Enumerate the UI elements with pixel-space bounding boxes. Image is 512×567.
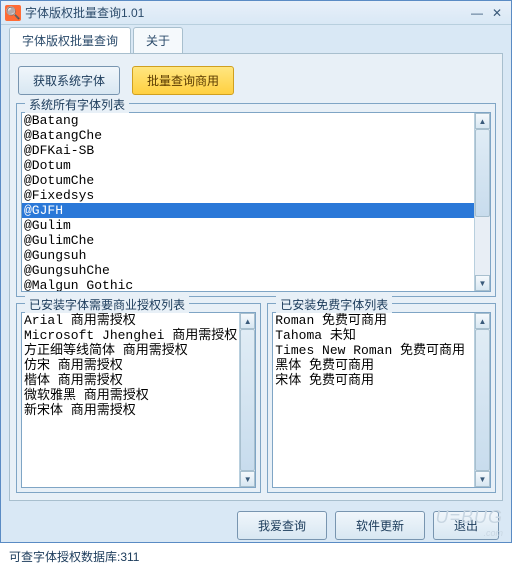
list-item[interactable]: @DFKai-SB <box>22 143 474 158</box>
list-item[interactable]: @Dotum <box>22 158 474 173</box>
list-item[interactable]: Arial 商用需授权 <box>22 313 239 328</box>
i-love-query-button[interactable]: 我爱查询 <box>237 511 327 540</box>
status-bar: 可查字体授权数据库:311 <box>1 546 511 567</box>
free-fonts-listwrap: Roman 免费可商用Tahoma 未知Times New Roman 免费可商… <box>272 312 491 488</box>
tab-main[interactable]: 字体版权批量查询 <box>9 27 131 53</box>
list-item[interactable]: @Malgun Gothic <box>22 278 474 291</box>
all-fonts-listbox[interactable]: @Batang@BatangChe@DFKai-SB@Dotum@DotumCh… <box>22 113 474 291</box>
list-item[interactable]: 仿宋 商用需授权 <box>22 358 239 373</box>
need-license-listbox[interactable]: Arial 商用需授权Microsoft Jhenghei 商用需授权方正细等线… <box>22 313 239 487</box>
list-item[interactable]: 黑体 免费可商用 <box>273 358 474 373</box>
scroll-thumb[interactable] <box>475 129 490 217</box>
list-item[interactable]: Times New Roman 免费可商用 <box>273 343 474 358</box>
main-panel: 获取系统字体 批量查询商用 系统所有字体列表 @Batang@BatangChe… <box>9 53 503 501</box>
free-fonts-group: 已安装免费字体列表 Roman 免费可商用Tahoma 未知Times New … <box>267 303 496 493</box>
scroll-thumb[interactable] <box>475 329 490 471</box>
list-item[interactable]: @BatangChe <box>22 128 474 143</box>
watermark-text: U=BUG <box>435 507 503 527</box>
list-item[interactable]: @Fixedsys <box>22 188 474 203</box>
close-button[interactable]: ✕ <box>487 5 507 21</box>
list-item[interactable]: @DotumChe <box>22 173 474 188</box>
scroll-up-icon[interactable]: ▲ <box>475 113 490 129</box>
all-fonts-legend: 系统所有字体列表 <box>25 96 129 113</box>
minimize-button[interactable]: — <box>467 5 487 21</box>
batch-query-button[interactable]: 批量查询商用 <box>132 66 234 95</box>
app-icon: 🔍 <box>5 5 21 21</box>
free-fonts-legend: 已安装免费字体列表 <box>276 296 392 313</box>
app-window: 🔍 字体版权批量查询1.01 — ✕ 字体版权批量查询 关于 获取系统字体 批量… <box>0 0 512 543</box>
scroll-track[interactable] <box>240 329 255 471</box>
scroll-up-icon[interactable]: ▲ <box>240 313 255 329</box>
bottom-lists-row: 已安装字体需要商业授权列表 Arial 商用需授权Microsoft Jheng… <box>16 303 496 493</box>
list-item[interactable]: @GulimChe <box>22 233 474 248</box>
top-button-row: 获取系统字体 批量查询商用 <box>18 66 494 95</box>
free-fonts-listbox[interactable]: Roman 免费可商用Tahoma 未知Times New Roman 免费可商… <box>273 313 474 487</box>
tabbar: 字体版权批量查询 关于 <box>1 27 511 53</box>
list-item[interactable]: @Gungsuh <box>22 248 474 263</box>
list-item[interactable]: 楷体 商用需授权 <box>22 373 239 388</box>
need-license-listwrap: Arial 商用需授权Microsoft Jhenghei 商用需授权方正细等线… <box>21 312 256 488</box>
watermark: U=BUG .com <box>435 507 503 538</box>
watermark-sub: .com <box>435 528 503 538</box>
scroll-down-icon[interactable]: ▼ <box>475 471 490 487</box>
list-item[interactable]: 方正细等线简体 商用需授权 <box>22 343 239 358</box>
scroll-track[interactable] <box>475 129 490 275</box>
scroll-track[interactable] <box>475 329 490 471</box>
free-fonts-scrollbar[interactable]: ▲ ▼ <box>474 313 490 487</box>
scroll-up-icon[interactable]: ▲ <box>475 313 490 329</box>
list-item[interactable]: 宋体 免费可商用 <box>273 373 474 388</box>
need-license-scrollbar[interactable]: ▲ ▼ <box>239 313 255 487</box>
list-item[interactable]: Microsoft Jhenghei 商用需授权 <box>22 328 239 343</box>
list-item[interactable]: @Batang <box>22 113 474 128</box>
scroll-thumb[interactable] <box>240 329 255 471</box>
window-title: 字体版权批量查询1.01 <box>25 4 467 21</box>
get-system-fonts-button[interactable]: 获取系统字体 <box>18 66 120 95</box>
tab-about[interactable]: 关于 <box>133 27 183 53</box>
scroll-down-icon[interactable]: ▼ <box>240 471 255 487</box>
all-fonts-scrollbar[interactable]: ▲ ▼ <box>474 113 490 291</box>
list-item[interactable]: @GJFH <box>22 203 474 218</box>
all-fonts-listwrap: @Batang@BatangChe@DFKai-SB@Dotum@DotumCh… <box>21 112 491 292</box>
list-item[interactable]: @Gulim <box>22 218 474 233</box>
list-item[interactable]: Tahoma 未知 <box>273 328 474 343</box>
titlebar: 🔍 字体版权批量查询1.01 — ✕ <box>1 1 511 25</box>
list-item[interactable]: Roman 免费可商用 <box>273 313 474 328</box>
need-license-group: 已安装字体需要商业授权列表 Arial 商用需授权Microsoft Jheng… <box>16 303 261 493</box>
need-license-legend: 已安装字体需要商业授权列表 <box>25 296 189 313</box>
list-item[interactable]: @GungsuhChe <box>22 263 474 278</box>
all-fonts-group: 系统所有字体列表 @Batang@BatangChe@DFKai-SB@Dotu… <box>16 103 496 297</box>
list-item[interactable]: 新宋体 商用需授权 <box>22 403 239 418</box>
scroll-down-icon[interactable]: ▼ <box>475 275 490 291</box>
software-update-button[interactable]: 软件更新 <box>335 511 425 540</box>
list-item[interactable]: 微软雅黑 商用需授权 <box>22 388 239 403</box>
